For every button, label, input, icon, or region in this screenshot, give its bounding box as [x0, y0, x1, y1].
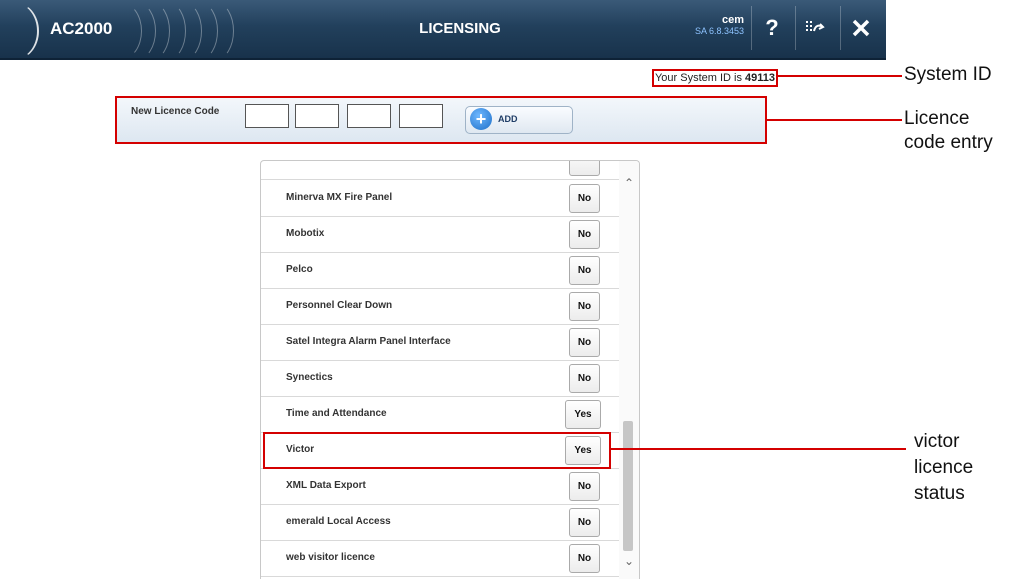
licence-name: emerald Local Access [286, 516, 391, 527]
list-item: Pelco No [261, 252, 619, 289]
licence-name: XML Data Export [286, 480, 366, 491]
callout-line [765, 119, 902, 121]
licence-status-button[interactable]: Yes [565, 436, 601, 465]
system-id: Your System ID is 49113 [652, 69, 778, 87]
list-item: Mobotix No [261, 216, 619, 253]
list-item: Victor Yes [261, 432, 619, 469]
decorative-arc [0, 2, 39, 60]
callout-victor-line3: status [914, 483, 965, 504]
page-title: LICENSING [419, 20, 501, 37]
licence-code-field-4[interactable] [399, 104, 443, 128]
help-button[interactable]: ? [751, 6, 792, 50]
callout-line [609, 448, 906, 450]
scrollbar[interactable]: ⌃ ⌄ [619, 161, 639, 579]
licence-name: web visitor licence [286, 552, 375, 563]
licence-status-button[interactable]: No [569, 184, 600, 213]
callout-victor-line2: licence [914, 457, 974, 478]
licence-status-button[interactable]: No [569, 292, 600, 321]
decorative-arc [198, 2, 234, 60]
callout-victor-line1: victor [914, 431, 960, 452]
add-licence-button[interactable]: + ADD [465, 106, 573, 134]
add-label: ADD [498, 114, 518, 124]
licence-status-button[interactable] [569, 161, 600, 176]
close-icon [852, 19, 870, 37]
licence-status-button[interactable]: No [569, 364, 600, 393]
plus-icon: + [470, 108, 492, 130]
licence-status-button[interactable]: Yes [565, 400, 601, 429]
licence-list: Minerva MX Fire Panel No Mobotix No Pelco No P… [260, 160, 640, 579]
licence-status-button[interactable]: No [569, 472, 600, 501]
list-item: Satel Integra Alarm Panel Interface No [261, 324, 619, 361]
chevron-down-icon[interactable]: ⌄ [621, 553, 637, 569]
close-button[interactable] [840, 6, 881, 50]
licence-name: Pelco [286, 264, 313, 275]
licence-entry-panel: New Licence Code + ADD [115, 96, 767, 144]
callout-licence-entry-line2: code entry [904, 132, 993, 153]
exit-arrow-icon [806, 21, 825, 32]
licence-code-field-2[interactable] [295, 104, 339, 128]
app-name: AC2000 [50, 19, 113, 38]
list-item [261, 161, 619, 180]
system-id-value: 49113 [745, 72, 776, 84]
user-info: cem SA 6.8.3453 [690, 14, 744, 37]
app-version: SA 6.8.3453 [694, 26, 744, 36]
licence-code-field-1[interactable] [245, 104, 289, 128]
licence-status-button[interactable]: No [569, 328, 600, 357]
licence-code-field-3[interactable] [347, 104, 391, 128]
callout-licence-entry-line1: Licence [904, 108, 970, 129]
list-item: Personnel Clear Down No [261, 288, 619, 325]
chevron-up-icon[interactable]: ⌃ [621, 175, 637, 191]
list-item: emerald Local Access No [261, 504, 619, 541]
scroll-thumb[interactable] [623, 421, 633, 551]
licence-name: Satel Integra Alarm Panel Interface [286, 336, 451, 347]
list-item: XML Data Export No [261, 468, 619, 505]
list-item: Synectics No [261, 360, 619, 397]
licence-name: Mobotix [286, 228, 325, 239]
licence-status-button[interactable]: No [569, 508, 600, 537]
question-mark-icon: ? [765, 15, 779, 40]
list-item: Time and Attendance Yes [261, 396, 619, 433]
callout-line [776, 75, 902, 77]
licence-name: Personnel Clear Down [286, 300, 393, 311]
list-item: Minerva MX Fire Panel No [261, 180, 619, 217]
licence-status-button[interactable]: No [569, 220, 600, 249]
system-id-prefix: Your System ID is [654, 72, 742, 84]
exit-button[interactable] [795, 6, 836, 50]
top-bar: AC2000 LICENSING cem SA 6.8.3453 ? [0, 0, 886, 60]
licence-status-button[interactable]: No [569, 544, 600, 573]
licence-name: Synectics [286, 372, 333, 383]
user-name: cem [721, 14, 744, 26]
licence-name: Victor [286, 444, 315, 455]
callout-system-id: System ID [904, 64, 992, 85]
list-item: web visitor licence No [261, 540, 619, 577]
licence-code-label: New Licence Code [131, 106, 220, 117]
licence-name: Minerva MX Fire Panel [286, 192, 393, 203]
licence-status-button[interactable]: No [569, 256, 600, 285]
licence-name: Time and Attendance [286, 408, 387, 419]
